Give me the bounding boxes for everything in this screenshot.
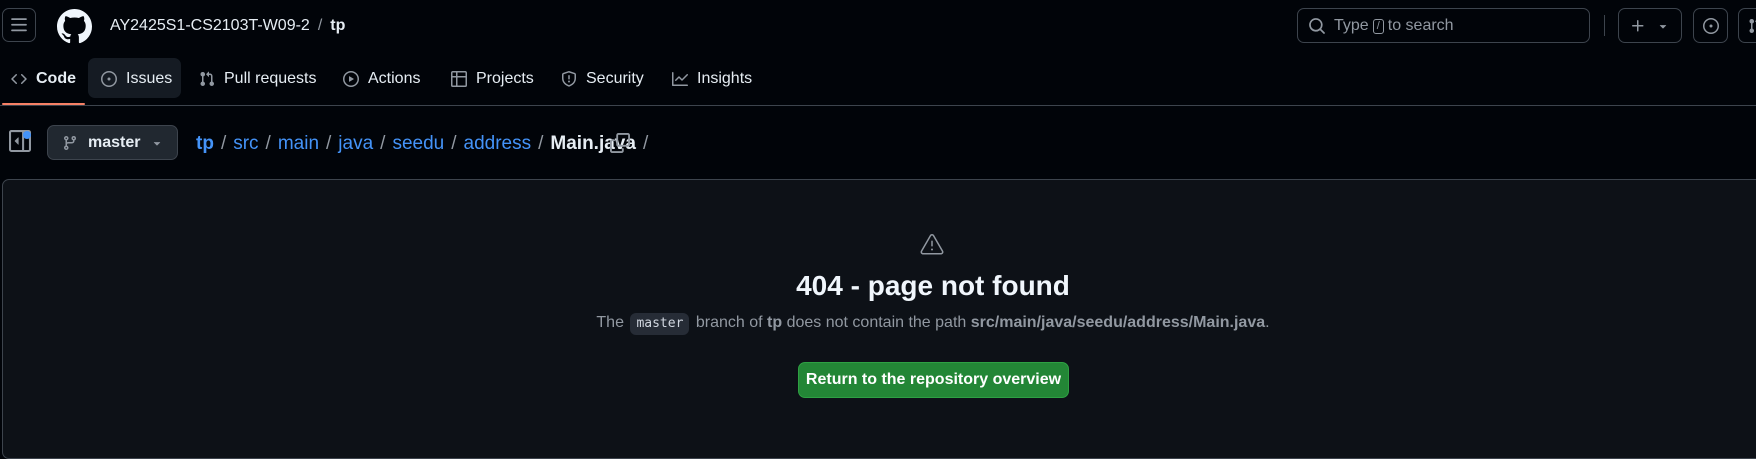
- tab-label: Pull requests: [224, 70, 317, 88]
- tab-actions[interactable]: Actions: [343, 64, 420, 94]
- tab-label: Insights: [697, 70, 752, 88]
- triangle-down-icon: [1656, 19, 1670, 33]
- alert-icon: [920, 232, 944, 256]
- path-segment-link[interactable]: seedu: [392, 133, 444, 154]
- table-icon: [451, 71, 467, 87]
- tab-label: Actions: [368, 70, 420, 88]
- tab-label: Issues: [126, 70, 172, 88]
- owner-link[interactable]: AY2425S1-CS2103T-W09-2: [110, 17, 310, 34]
- search-icon: [1308, 17, 1326, 35]
- error-title: 404 - page not found: [0, 268, 1756, 304]
- header-divider: [1604, 15, 1605, 36]
- slash-key-hint: /: [1373, 19, 1384, 34]
- git-pull-request-icon: [1748, 18, 1756, 34]
- branch-name: master: [88, 134, 140, 152]
- notification-dot: [23, 131, 31, 139]
- branch-selector-button[interactable]: master: [47, 125, 178, 160]
- path-separator: /: [266, 133, 271, 154]
- error-description: The master branch of tp does not contain…: [0, 311, 1756, 335]
- path-separator: /: [451, 133, 456, 154]
- missing-path: src/main/java/seedu/address/Main.java: [971, 314, 1265, 331]
- plus-icon: [1630, 18, 1646, 34]
- tab-security[interactable]: Security: [561, 64, 644, 94]
- issue-opened-icon: [1703, 18, 1719, 34]
- path-separator: /: [538, 133, 543, 154]
- tab-label: Code: [36, 70, 76, 88]
- your-issues-button[interactable]: [1693, 8, 1728, 43]
- git-branch-icon: [62, 135, 78, 151]
- path-segment-link[interactable]: address: [464, 133, 532, 154]
- git-pull-request-icon: [199, 71, 215, 87]
- search-input[interactable]: Type/to search: [1297, 8, 1590, 43]
- global-header: AY2425S1-CS2103T-W09-2 / tp Type/to search: [0, 0, 1756, 54]
- path-segment-link[interactable]: tp: [196, 133, 214, 154]
- path-segment-link[interactable]: main: [278, 133, 319, 154]
- search-placeholder: Type/to search: [1334, 17, 1454, 35]
- path-separator: /: [326, 133, 331, 154]
- breadcrumb-separator: /: [318, 17, 322, 34]
- repo-link[interactable]: tp: [330, 17, 345, 34]
- tab-label: Security: [586, 70, 644, 88]
- tab-insights[interactable]: Insights: [672, 64, 752, 94]
- code-icon: [11, 71, 27, 87]
- shield-icon: [561, 71, 577, 87]
- path-separator: /: [221, 133, 226, 154]
- repo-name: tp: [767, 314, 782, 331]
- tab-projects[interactable]: Projects: [451, 64, 534, 94]
- hamburger-icon: [10, 16, 28, 34]
- file-path-breadcrumb: tp/src/main/java/seedu/address/Main.java…: [196, 132, 655, 156]
- create-new-button[interactable]: [1618, 8, 1682, 43]
- menu-button[interactable]: [2, 8, 36, 42]
- github-logo-icon[interactable]: [57, 9, 92, 44]
- your-pull-requests-button[interactable]: [1738, 8, 1756, 43]
- tab-pull-requests[interactable]: Pull requests: [199, 64, 317, 94]
- triangle-down-icon: [150, 136, 164, 150]
- issue-opened-icon: [101, 71, 117, 87]
- repo-nav: Code Issues Pull requests Actions Projec…: [0, 54, 1756, 106]
- branch-code: master: [630, 313, 689, 335]
- play-icon: [343, 71, 359, 87]
- path-separator: /: [380, 133, 385, 154]
- copy-icon[interactable]: [610, 133, 630, 153]
- selected-tab-underline: [2, 103, 85, 105]
- repo-breadcrumb: AY2425S1-CS2103T-W09-2 / tp: [110, 16, 345, 36]
- tab-issues[interactable]: Issues: [101, 64, 172, 94]
- tab-label: Projects: [476, 70, 534, 88]
- return-to-repo-button[interactable]: Return to the repository overview: [798, 362, 1069, 398]
- graph-icon: [672, 71, 688, 87]
- tab-code[interactable]: Code: [11, 64, 76, 94]
- path-separator: /: [643, 133, 648, 154]
- path-segment-link[interactable]: src: [233, 133, 258, 154]
- path-segment-link[interactable]: java: [338, 133, 373, 154]
